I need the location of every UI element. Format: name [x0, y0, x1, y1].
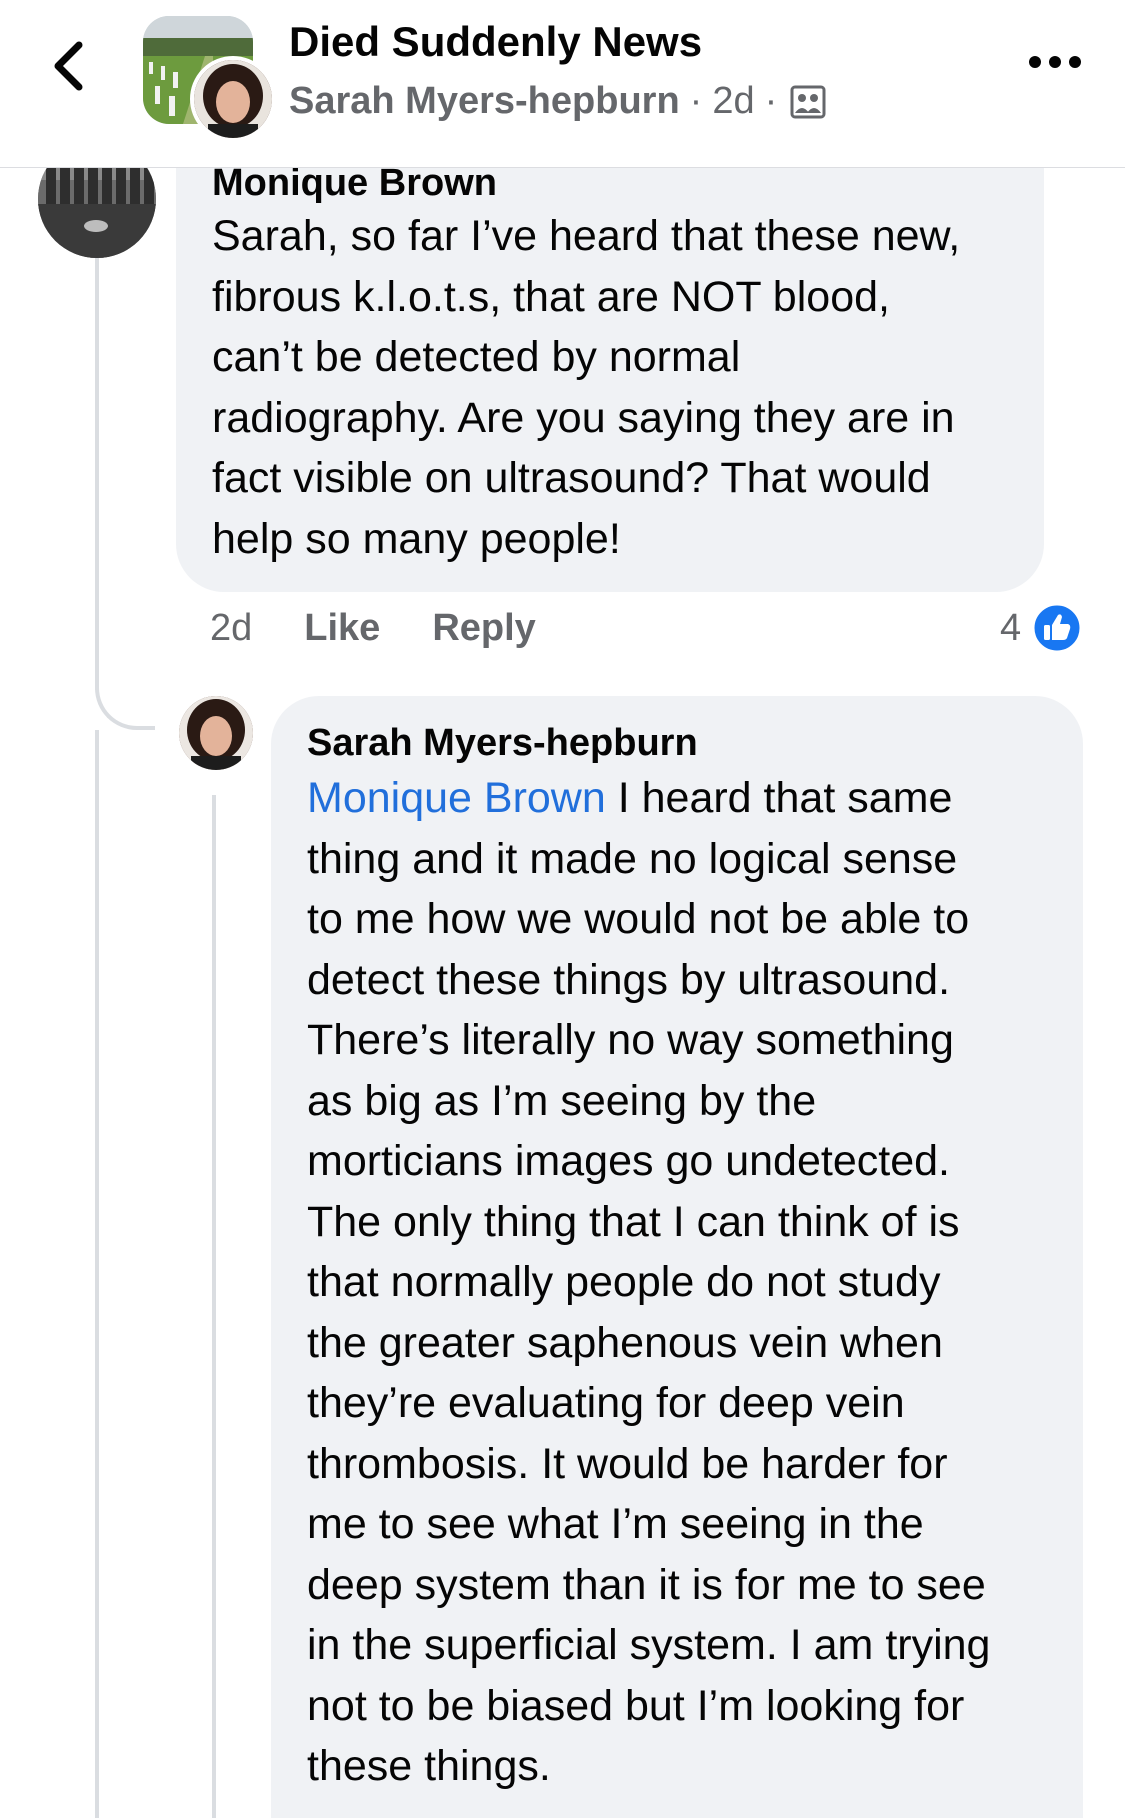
comment-line: Monique Brown I heard that same: [307, 768, 1047, 829]
like-button[interactable]: Like: [304, 607, 380, 650]
comment-line: fibrous k.l.o.t.s, that are NOT blood,: [212, 272, 890, 321]
sarah-photo: [179, 696, 253, 770]
chevron-left-icon: [54, 41, 83, 91]
comment-line: There’s literally no way something: [307, 1016, 954, 1064]
group-audience-icon: [790, 85, 826, 118]
post-header: Died Suddenly News Sarah Myers-hepburn ·…: [0, 0, 1125, 168]
comment-actions: 2d Like Reply: [210, 603, 588, 653]
comment-author[interactable]: Sarah Myers-hepburn: [307, 720, 1047, 766]
comment-line: fact visible on ultrasound? That would: [212, 454, 931, 502]
separator-dot: ·: [689, 80, 703, 122]
comment-line: can’t be detected by normal: [212, 333, 741, 381]
reaction-count: 4: [1000, 606, 1022, 649]
comment-line: detect these things by ultrasound.: [307, 955, 951, 1004]
poster-photo: [194, 60, 272, 138]
comment-line: morticians images go undetected.: [307, 1137, 950, 1185]
comment-text: Monique Brown I heard that same thing an…: [307, 768, 1047, 1797]
post-time[interactable]: 2d: [712, 80, 754, 123]
group-name[interactable]: Died Suddenly News: [289, 18, 702, 66]
comment-line: they’re evaluating for deep vein: [307, 1379, 905, 1427]
thread-connector: [95, 670, 155, 730]
post-meta: Sarah Myers-hepburn · 2d ·: [289, 80, 827, 123]
comment-line: thrombosis. It would be harder for: [307, 1439, 948, 1488]
comment-line: that normally people do not study: [307, 1258, 941, 1306]
comment-line: The only thing that I can think of is: [307, 1197, 960, 1246]
ellipsis-horizontal-icon: [1029, 56, 1081, 68]
comment-line: help so many people!: [212, 514, 621, 563]
comment-time[interactable]: 2d: [210, 607, 252, 650]
comment-line: Sarah, so far I’ve heard that these new,: [212, 212, 961, 260]
reaction-summary[interactable]: 4: [1000, 600, 1083, 656]
poster-name[interactable]: Sarah Myers-hepburn: [289, 80, 680, 123]
commenter-avatar[interactable]: [179, 696, 253, 770]
thread-line: [95, 258, 99, 690]
comment-line: not to be biased but I’m looking for: [307, 1681, 965, 1730]
comment-text: Sarah, so far I’ve heard that these new,…: [212, 206, 1008, 569]
comment-line: in the superficial system. I am trying: [307, 1621, 991, 1669]
reply-bubble[interactable]: Sarah Myers-hepburn Monique Brown I hear…: [271, 696, 1083, 1818]
comment-line-rest: I heard that same: [605, 774, 953, 822]
comment-line: thing and it made no logical sense: [307, 834, 958, 883]
comment-line: as big as I’m seeing by the: [307, 1076, 817, 1125]
comment-line: these things.: [307, 1742, 551, 1790]
comment-line: radiography. Are you saying they are in: [212, 393, 955, 442]
thread-line: [95, 730, 99, 1818]
comment-line: deep system than it is for me to see: [307, 1560, 986, 1609]
more-options-button[interactable]: [1020, 42, 1090, 82]
comment-thread-screen: Died Suddenly News Sarah Myers-hepburn ·…: [0, 0, 1125, 1818]
separator-dot: ·: [764, 80, 778, 122]
back-button[interactable]: [46, 36, 90, 96]
comment-line: me to see what I’m seeing in the: [307, 1500, 924, 1548]
comment-line: the greater saphenous vein when: [307, 1318, 943, 1367]
poster-avatar[interactable]: [190, 56, 276, 142]
mention-link[interactable]: Monique Brown: [307, 774, 606, 822]
like-thumb-icon: [1031, 602, 1083, 654]
reply-button[interactable]: Reply: [432, 607, 535, 650]
reply-thread-line: [212, 795, 216, 1818]
comment-line: to me how we would not be able to: [307, 895, 970, 943]
comment-bubble[interactable]: Monique Brown Sarah, so far I’ve heard t…: [176, 140, 1044, 592]
